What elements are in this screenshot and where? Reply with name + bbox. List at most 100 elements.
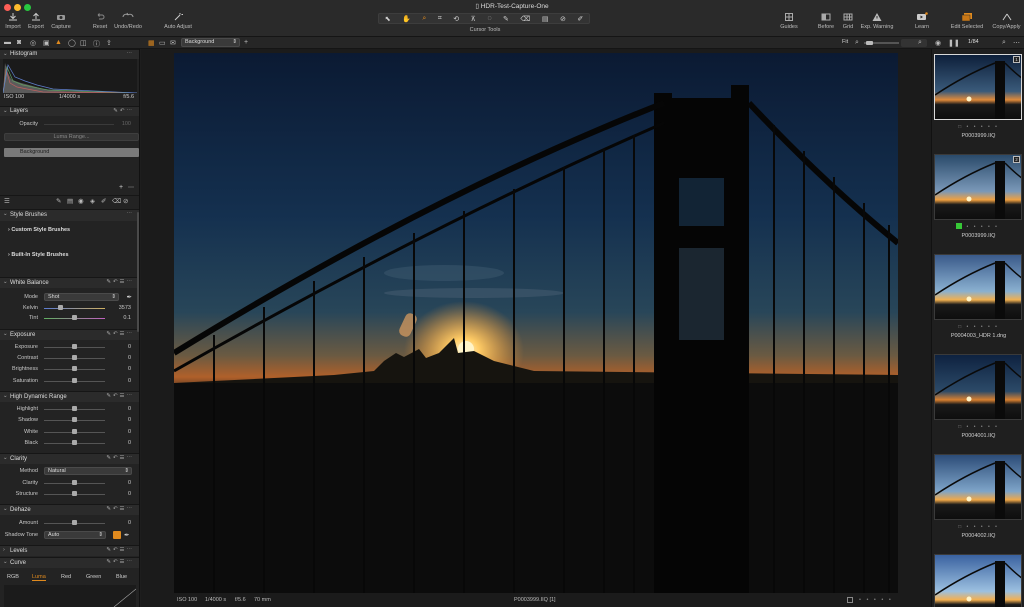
shadow-tone-picker-icon[interactable]: ✒ bbox=[124, 531, 129, 539]
view-multi-icon[interactable]: ▭ bbox=[159, 39, 166, 47]
radial-tool-icon[interactable]: ◉ bbox=[78, 197, 84, 205]
brush-icon[interactable]: ✎ bbox=[503, 15, 509, 23]
exposure-tools-icons[interactable]: ✎↶☰⋯ bbox=[106, 331, 134, 337]
picker-icon[interactable]: ⊘ bbox=[560, 15, 566, 23]
luma-range-button[interactable]: Luma Range... bbox=[4, 133, 139, 141]
layers-add-icon[interactable]: + bbox=[119, 184, 123, 191]
folder-tab-icon[interactable]: ▬ bbox=[4, 39, 11, 46]
clarity-tools-icons[interactable]: ✎↶☰⋯ bbox=[106, 455, 134, 461]
layers-more-icon[interactable]: ⋯ bbox=[128, 184, 134, 191]
clarity-value[interactable]: 0 bbox=[128, 480, 131, 486]
layers-menu-icon[interactable]: ☰ bbox=[4, 197, 10, 205]
rating-dots[interactable]: □ • • • • • bbox=[932, 324, 1024, 330]
image-tab-icon[interactable]: ▣ bbox=[43, 39, 50, 47]
output-tab-icon[interactable]: ⇪ bbox=[106, 39, 112, 47]
eraser-tool-icon[interactable]: ⌫ bbox=[112, 197, 121, 205]
rating-dots[interactable]: □ • • • • • bbox=[932, 124, 1024, 130]
gradient-icon[interactable]: ▤ bbox=[542, 15, 549, 23]
layers-header[interactable]: ⌄ Layers ✎↶⋯ bbox=[0, 106, 139, 116]
draw-mask-icon[interactable]: ✐ bbox=[101, 197, 106, 205]
highlight-value[interactable]: 0 bbox=[128, 406, 131, 412]
dehaze-tools-icons[interactable]: ✎↶☰⋯ bbox=[106, 506, 134, 512]
color-tag-swatch[interactable] bbox=[956, 223, 962, 229]
shadow-tone-swatch[interactable] bbox=[113, 531, 121, 539]
highlight-knob[interactable] bbox=[72, 406, 77, 411]
zoom-slider[interactable] bbox=[864, 41, 899, 45]
mail-icon[interactable]: ✉ bbox=[170, 39, 176, 47]
black-value[interactable]: 0 bbox=[128, 440, 131, 446]
opacity-slider[interactable] bbox=[44, 124, 114, 125]
rating-dots[interactable]: □ • • • • • bbox=[932, 224, 1024, 230]
layers-tools-icons[interactable]: ✎↶⋯ bbox=[113, 108, 134, 114]
fill-tool-icon[interactable]: ◈ bbox=[90, 197, 95, 205]
main-photo[interactable] bbox=[174, 53, 898, 593]
camera-tab-icon[interactable]: ◙ bbox=[17, 39, 21, 46]
spot-removal-icon[interactable]: ◌ bbox=[487, 15, 491, 22]
structure-knob[interactable] bbox=[72, 491, 77, 496]
lens-tab-icon[interactable]: ◎ bbox=[30, 39, 36, 47]
image-viewer[interactable] bbox=[141, 49, 931, 595]
wb-mode-select[interactable]: Shot ⇕ bbox=[44, 293, 119, 301]
builtin-style-brushes[interactable]: › Built-In Style Brushes bbox=[8, 252, 69, 258]
hdr-header[interactable]: ⌄ High Dynamic Range ✎↶☰⋯ bbox=[0, 391, 139, 402]
wb-tools-icons[interactable]: ✎↶☰⋯ bbox=[106, 279, 134, 285]
pan-hand-icon[interactable]: ✋ bbox=[402, 15, 411, 23]
levels-tools-icons[interactable]: ✎↶☰⋯ bbox=[106, 547, 134, 553]
dehaze-amount-knob[interactable] bbox=[72, 520, 77, 525]
gradient-tool-icon[interactable]: ▤ bbox=[67, 197, 73, 205]
thumbnail-image[interactable] bbox=[934, 454, 1022, 520]
white-value[interactable]: 0 bbox=[128, 429, 131, 435]
grid-button[interactable]: Grid bbox=[840, 12, 856, 34]
local-adjust-tab-icon[interactable]: ◫ bbox=[80, 39, 87, 47]
guides-button[interactable]: Guides bbox=[779, 12, 799, 34]
browser-menu-icon[interactable]: ⋯ bbox=[1013, 39, 1020, 47]
status-checkbox[interactable] bbox=[847, 597, 853, 603]
contrast-knob[interactable] bbox=[72, 355, 77, 360]
browser-search-icon[interactable]: ⌕ bbox=[1002, 39, 1006, 47]
thumbnail-image[interactable] bbox=[934, 354, 1022, 420]
picker-tool-icon[interactable]: ⊘ bbox=[123, 197, 128, 205]
clarity-header[interactable]: ⌄ Clarity ✎↶☰⋯ bbox=[0, 453, 139, 464]
dehaze-header[interactable]: ⌄ Dehaze ✎↶☰⋯ bbox=[0, 504, 139, 515]
before-button[interactable]: Before bbox=[816, 12, 836, 34]
more-icon[interactable]: ⋯ bbox=[127, 211, 135, 217]
rating-dots[interactable]: □ • • • • • bbox=[932, 524, 1024, 530]
shadow-knob[interactable] bbox=[72, 417, 77, 422]
curve-header[interactable]: ⌄ Curve ✎↶☰⋯ bbox=[0, 557, 139, 568]
saturation-value[interactable]: 0 bbox=[128, 378, 131, 384]
capture-button[interactable]: Capture bbox=[50, 12, 72, 34]
metadata-tab-icon[interactable]: ⓘ bbox=[93, 39, 100, 49]
keystone-icon[interactable]: ⊼ bbox=[471, 15, 476, 23]
dehaze-amount-value[interactable]: 0 bbox=[128, 520, 131, 526]
brightness-knob[interactable] bbox=[72, 366, 77, 371]
wb-kelvin-value[interactable]: 3573 bbox=[119, 305, 131, 311]
white-knob[interactable] bbox=[72, 429, 77, 434]
import-button[interactable]: Import bbox=[3, 12, 23, 34]
white-balance-header[interactable]: ⌄ White Balance ✎↶☰⋯ bbox=[0, 277, 139, 288]
clarity-knob[interactable] bbox=[72, 480, 77, 485]
black-knob[interactable] bbox=[72, 440, 77, 445]
crop-icon[interactable]: ⌗ bbox=[438, 15, 442, 23]
reset-button[interactable]: Reset bbox=[90, 12, 110, 34]
curve-graph[interactable] bbox=[4, 585, 137, 607]
exposure-knob[interactable] bbox=[72, 344, 77, 349]
custom-style-brushes[interactable]: › Custom Style Brushes bbox=[8, 227, 70, 233]
curve-tab-rgb[interactable]: RGB bbox=[7, 574, 19, 580]
layer-background-item[interactable]: Background bbox=[4, 148, 139, 157]
view-single-icon[interactable]: ▦ bbox=[148, 39, 155, 47]
thumbnail-image[interactable] bbox=[934, 554, 1022, 607]
fit-label[interactable]: Fit bbox=[842, 39, 848, 45]
curve-tools-icons[interactable]: ✎↶☰⋯ bbox=[106, 559, 134, 565]
curve-tab-blue[interactable]: Blue bbox=[116, 574, 127, 580]
brush-tool-icon[interactable]: ✎ bbox=[56, 197, 61, 205]
thumbnail-image[interactable]: 2 bbox=[934, 154, 1022, 220]
exposure-warning-button[interactable]: Exp. Warning bbox=[860, 12, 894, 34]
exposure-tab-icon[interactable]: ▲ bbox=[55, 39, 62, 46]
shadow-tone-select[interactable]: Auto ⇕ bbox=[44, 531, 106, 539]
copy-apply-button[interactable]: Copy/Apply bbox=[991, 12, 1022, 34]
select-cursor-icon[interactable]: ⬉ bbox=[385, 15, 391, 23]
saturation-knob[interactable] bbox=[72, 378, 77, 383]
contrast-value[interactable]: 0 bbox=[128, 355, 131, 361]
curve-tab-green[interactable]: Green bbox=[86, 574, 101, 580]
pause-icon[interactable]: ❚❚ bbox=[948, 39, 960, 47]
